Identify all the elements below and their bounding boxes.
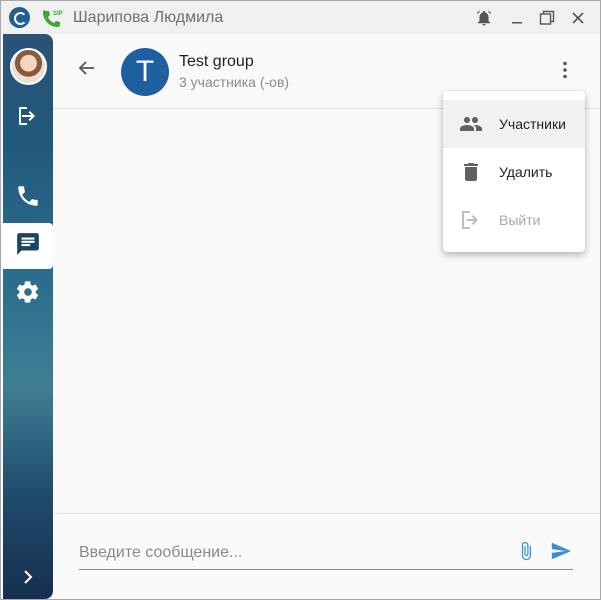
window-title: Шарипова Людмила (73, 9, 224, 26)
maximize-button[interactable] (536, 7, 558, 29)
menu-item-delete[interactable]: Удалить (443, 148, 585, 196)
bell-icon[interactable] (473, 7, 495, 29)
arrow-left-icon (77, 58, 97, 83)
sidebar-item-chats[interactable] (3, 223, 53, 269)
message-input[interactable] (79, 538, 499, 568)
more-vert-icon (553, 58, 577, 87)
close-button[interactable] (567, 7, 589, 29)
trash-icon (459, 160, 483, 184)
avatar[interactable] (10, 48, 47, 85)
sidebar-item-settings[interactable] (3, 271, 53, 317)
back-button[interactable] (73, 56, 101, 84)
attach-button[interactable] (515, 541, 537, 565)
menu-item-members[interactable]: Участники (443, 100, 585, 148)
more-options-button[interactable] (553, 60, 577, 84)
sip-phone-icon[interactable]: SIP (41, 7, 63, 29)
send-icon (550, 540, 572, 567)
send-button[interactable] (549, 541, 573, 565)
menu-item-label: Удалить (499, 164, 553, 180)
sidebar-rail (3, 34, 53, 599)
menu-item-leave: Выйти (443, 196, 585, 244)
people-icon (459, 112, 483, 136)
phone-icon (15, 183, 41, 214)
expand-sidebar-button[interactable] (3, 559, 53, 599)
app-logo-icon (9, 7, 30, 28)
menu-item-label: Выйти (499, 212, 541, 228)
group-avatar[interactable]: T (121, 48, 169, 96)
input-underline (79, 569, 573, 570)
settings-icon (15, 279, 41, 310)
group-member-count: 3 участника (-ов) (179, 74, 290, 90)
app-window: SIP Шарипова Людмила T Test group 3 учас… (0, 0, 601, 600)
sip-badge-text: SIP (53, 11, 63, 17)
chat-icon (15, 231, 41, 262)
exit-icon (459, 208, 483, 232)
menu-item-label: Участники (499, 116, 566, 132)
group-options-menu: Участники Удалить Выйти (443, 91, 585, 252)
sidebar-item-calls[interactable] (3, 175, 53, 221)
sidebar-item-logout[interactable] (3, 95, 53, 141)
minimize-button[interactable] (506, 7, 528, 29)
logout-icon (16, 104, 40, 133)
chevron-right-icon (20, 569, 36, 590)
paperclip-icon (516, 540, 536, 567)
title-bar: SIP Шарипова Людмила (1, 1, 600, 34)
group-name: Test group (179, 53, 254, 70)
composer (53, 513, 600, 599)
